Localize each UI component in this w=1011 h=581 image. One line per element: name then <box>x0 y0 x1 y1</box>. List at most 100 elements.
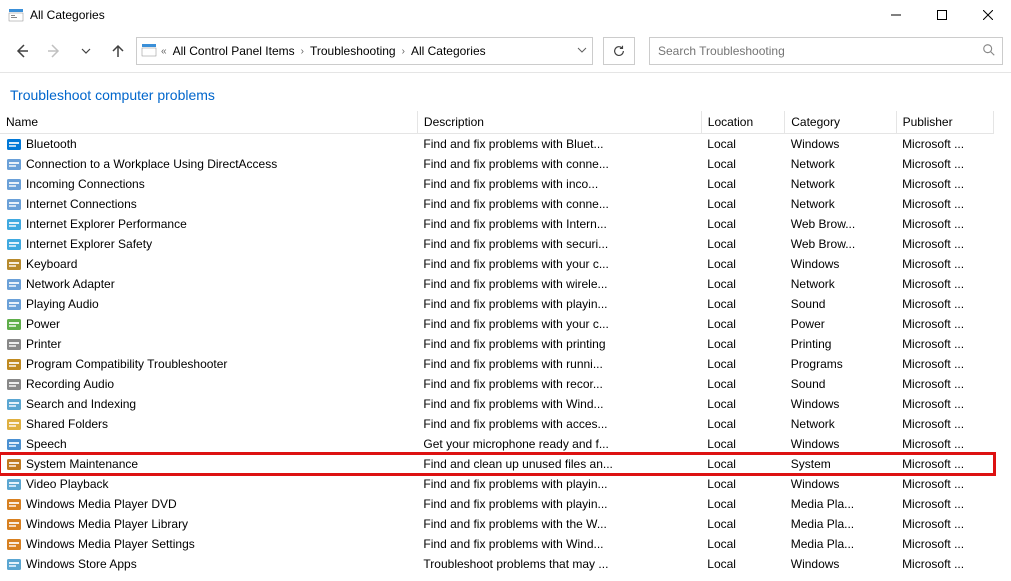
search-input[interactable] <box>656 43 982 59</box>
maint-icon <box>6 456 22 472</box>
table-row[interactable]: PowerFind and fix problems with your c..… <box>0 314 994 334</box>
table-row[interactable]: PrinterFind and fix problems with printi… <box>0 334 994 354</box>
table-row[interactable]: SpeechGet your microphone ready and f...… <box>0 434 994 454</box>
row-name: Keyboard <box>26 257 77 271</box>
row-pub: Microsoft ... <box>896 414 993 434</box>
row-loc: Local <box>701 274 784 294</box>
row-desc: Find and clean up unused files an... <box>417 454 701 474</box>
close-button[interactable] <box>965 0 1011 30</box>
maximize-button[interactable] <box>919 0 965 30</box>
store-icon <box>6 556 22 571</box>
row-desc: Find and fix problems with recor... <box>417 374 701 394</box>
address-bar[interactable]: « All Control Panel Items › Troubleshoot… <box>136 37 593 65</box>
row-loc: Local <box>701 214 784 234</box>
row-desc: Find and fix problems with securi... <box>417 234 701 254</box>
incoming-icon <box>6 176 22 192</box>
row-loc: Local <box>701 534 784 554</box>
titlebar: All Categories <box>0 0 1011 30</box>
navbar: « All Control Panel Items › Troubleshoot… <box>0 30 1011 73</box>
row-cat: Windows <box>785 394 896 414</box>
table-row[interactable]: Windows Store AppsTroubleshoot problems … <box>0 554 994 571</box>
table-row[interactable]: Search and Indexing Find and fix problems… <box>0 394 994 414</box>
row-cat: Power <box>785 314 896 334</box>
breadcrumb-item[interactable]: Troubleshooting <box>308 44 398 58</box>
search-box[interactable] <box>649 37 1003 65</box>
table-row[interactable]: Recording AudioFind and fix problems wit… <box>0 374 994 394</box>
row-pub: Microsoft ... <box>896 314 993 334</box>
row-pub: Microsoft ... <box>896 234 993 254</box>
col-location[interactable]: Location <box>701 111 784 134</box>
row-cat: Windows <box>785 134 896 155</box>
row-pub: Microsoft ... <box>896 554 993 571</box>
table-row[interactable]: Network AdapterFind and fix problems wit… <box>0 274 994 294</box>
row-pub: Microsoft ... <box>896 354 993 374</box>
row-loc: Local <box>701 194 784 214</box>
address-dropdown[interactable] <box>572 44 592 58</box>
row-pub: Microsoft ... <box>896 154 993 174</box>
minimize-button[interactable] <box>873 0 919 30</box>
col-category[interactable]: Category <box>785 111 896 134</box>
chevron-right-icon[interactable]: › <box>299 46 306 57</box>
row-pub: Microsoft ... <box>896 514 993 534</box>
breadcrumb-item[interactable]: All Categories <box>409 44 488 58</box>
row-name: Program Compatibility Troubleshooter <box>26 357 227 371</box>
table-row[interactable]: Windows Media Player DVDFind and fix pro… <box>0 494 994 514</box>
row-loc: Local <box>701 414 784 434</box>
troubleshooter-table: Name Description Location Category Publi… <box>0 111 994 571</box>
col-description[interactable]: Description <box>417 111 701 134</box>
row-desc: Find and fix problems with the W... <box>417 514 701 534</box>
row-name: System Maintenance <box>26 457 138 471</box>
col-publisher[interactable]: Publisher <box>896 111 993 134</box>
row-cat: Windows <box>785 474 896 494</box>
row-cat: Network <box>785 174 896 194</box>
recent-locations-button[interactable] <box>72 37 100 65</box>
table-row[interactable]: Connection to a Workplace Using DirectAc… <box>0 154 994 174</box>
forward-button[interactable] <box>40 37 68 65</box>
table-row[interactable]: Internet Explorer PerformanceFind and fi… <box>0 214 994 234</box>
row-name: Playing Audio <box>26 297 99 311</box>
row-desc: Find and fix problems with conne... <box>417 154 701 174</box>
row-desc: Get your microphone ready and f... <box>417 434 701 454</box>
row-cat: Network <box>785 194 896 214</box>
row-name: Bluetooth <box>26 137 77 151</box>
row-loc: Local <box>701 374 784 394</box>
table-row[interactable]: Bluetooth Find and fix problems with Blue… <box>0 134 994 155</box>
chevron-right-icon[interactable]: › <box>400 46 407 57</box>
row-desc: Troubleshoot problems that may ... <box>417 554 701 571</box>
breadcrumb-item[interactable]: All Control Panel Items <box>171 44 297 58</box>
page-title: Troubleshoot computer problems <box>10 87 1001 103</box>
row-desc: Find and fix problems with Wind... <box>417 394 701 414</box>
row-loc: Local <box>701 134 784 155</box>
ie-perf-icon <box>6 216 22 232</box>
row-name: Windows Media Player DVD <box>26 497 177 511</box>
table-row[interactable]: Program Compatibility TroubleshooterFind… <box>0 354 994 374</box>
chevron-icon[interactable]: « <box>159 46 169 57</box>
table-row[interactable]: Video PlaybackFind and fix problems with… <box>0 474 994 494</box>
up-button[interactable] <box>104 37 132 65</box>
table-row[interactable]: Playing AudioFind and fix problems with … <box>0 294 994 314</box>
table-row[interactable]: Windows Media Player SettingsFind and fi… <box>0 534 994 554</box>
window-icon <box>8 7 24 23</box>
row-desc: Find and fix problems with Bluet... <box>417 134 701 155</box>
table-row[interactable]: Internet ConnectionsFind and fix problem… <box>0 194 994 214</box>
table-row[interactable]: Incoming ConnectionsFind and fix problem… <box>0 174 994 194</box>
col-name[interactable]: Name <box>0 111 417 134</box>
row-pub: Microsoft ... <box>896 174 993 194</box>
table-row[interactable]: Shared FoldersFind and fix problems with… <box>0 414 994 434</box>
row-name: Search and Indexing <box>26 397 136 411</box>
row-pub: Microsoft ... <box>896 194 993 214</box>
table-row[interactable]: System Maintenance Find and clean up unus… <box>0 454 994 474</box>
back-button[interactable] <box>8 37 36 65</box>
row-cat: Windows <box>785 434 896 454</box>
address-icon <box>141 42 157 61</box>
table-row[interactable]: Windows Media Player LibraryFind and fix… <box>0 514 994 534</box>
refresh-button[interactable] <box>603 37 635 65</box>
wmp-icon <box>6 536 22 552</box>
row-name: Internet Explorer Performance <box>26 217 187 231</box>
table-row[interactable]: Internet Explorer Safety Find and fix pro… <box>0 234 994 254</box>
row-name: Shared Folders <box>26 417 108 431</box>
search-icon[interactable] <box>982 43 996 60</box>
table-row[interactable]: KeyboardFind and fix problems with your … <box>0 254 994 274</box>
row-loc: Local <box>701 394 784 414</box>
row-name: Internet Explorer Safety <box>26 237 152 251</box>
